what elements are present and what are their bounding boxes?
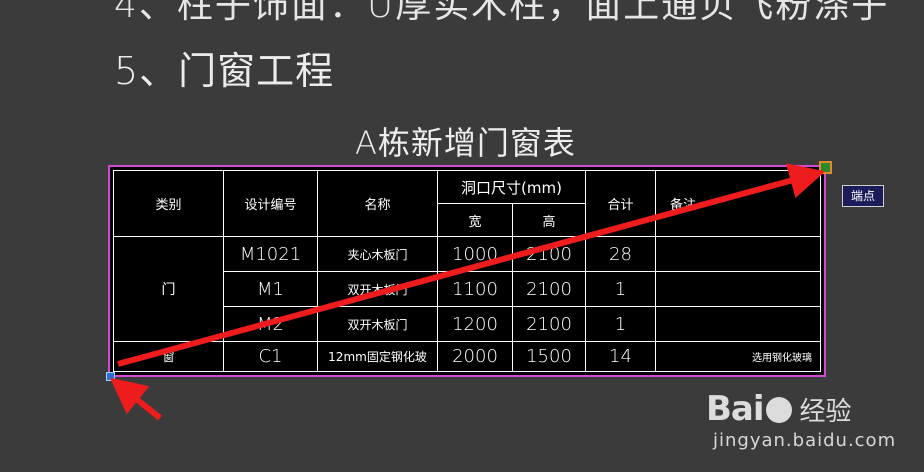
watermark-url: jingyan.baidu.com [713,430,897,451]
paw-icon [765,397,792,423]
watermark-logo-cn: 经验 [799,397,852,427]
cad-drawing-canvas[interactable]: 4、柱子饰面：U厚实木柱，面上通贝飞粉涤子 5、门窗工程 A栋新增门窗表 类别 … [0,0,924,472]
corner-pointer-arrow [109,377,162,421]
baidu-watermark: Bai 经验 [706,389,852,429]
watermark-logo-text: Bai [706,389,765,429]
diagonal-arrow [117,163,826,367]
